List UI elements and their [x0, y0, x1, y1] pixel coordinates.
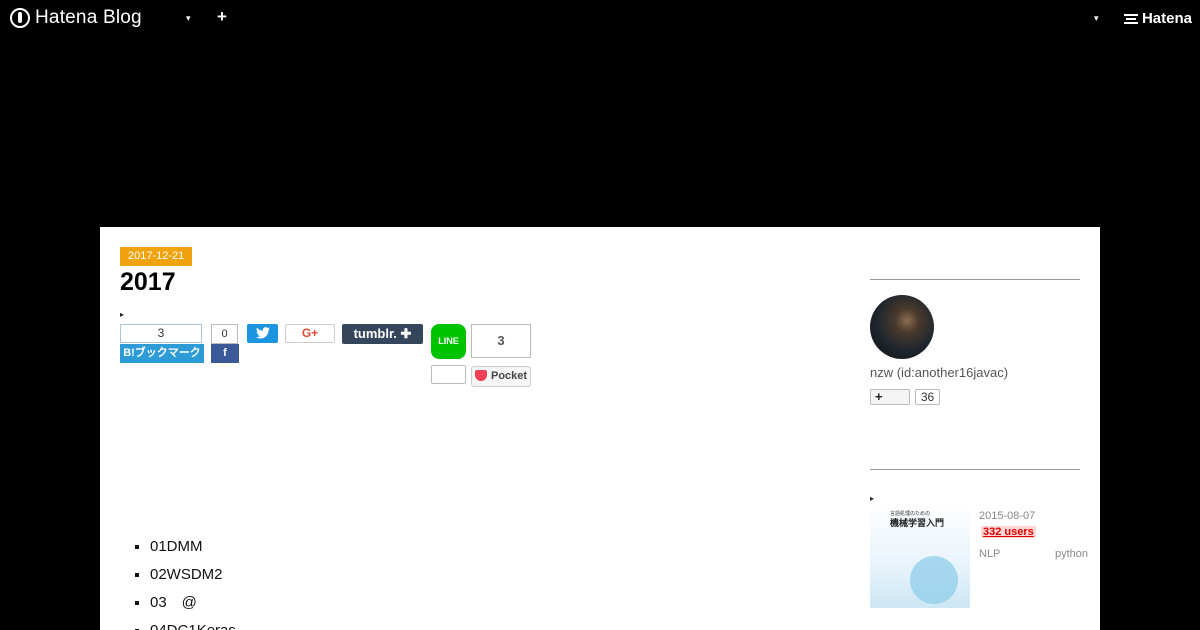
tag-link[interactable]: python	[1055, 548, 1088, 560]
hatena-link[interactable]: Hatena	[1123, 10, 1192, 27]
category-triangle-icon: ▸	[120, 310, 125, 319]
book-cover-graphic	[910, 556, 958, 604]
entry-title[interactable]: 2017	[120, 268, 176, 297]
toc-item[interactable]: 04DC1Keras	[150, 619, 236, 630]
line-count	[431, 365, 466, 384]
toc-item[interactable]: 01DMM	[150, 535, 236, 563]
follower-count: 36	[915, 389, 940, 405]
bookmark-users-link[interactable]: 332 users	[981, 526, 1036, 538]
hatena-logo-icon	[10, 8, 30, 28]
line-share-button[interactable]: LINE	[431, 324, 466, 359]
table-of-contents: 01DMM 02WSDM2 03 @ 04DC1Keras	[130, 535, 236, 630]
googleplus-share-button[interactable]: G+	[285, 324, 335, 343]
tag-link[interactable]: NLP	[979, 548, 1000, 560]
new-post-plus-icon[interactable]: +	[217, 7, 227, 27]
global-header: Hatena Blog ▾ + ▾ Hatena	[0, 0, 1200, 36]
facebook-count: 0	[211, 324, 238, 344]
toc-item[interactable]: 02WSDM2	[150, 563, 236, 591]
brand-name: Hatena Blog	[35, 7, 142, 28]
sidebar-divider	[870, 469, 1080, 470]
pocket-label: Pocket	[491, 370, 528, 382]
pocket-count: 3	[471, 324, 531, 358]
twitter-bird-icon	[255, 326, 270, 339]
book-cover-title: 機械学習入門	[890, 518, 945, 528]
pocket-save-button[interactable]: Pocket	[471, 366, 531, 387]
entry-date[interactable]: 2017-12-21	[120, 247, 193, 266]
hatena-bookmark-button[interactable]: B!ブックマーク	[120, 344, 204, 363]
book-entry-date: 2015-08-07	[979, 510, 1036, 522]
hatena-link-label: Hatena	[1141, 10, 1192, 27]
tumblr-share-button[interactable]: tumblr. ✚	[342, 324, 423, 344]
section-triangle-icon: ▸	[870, 494, 875, 503]
hatena-blog-logo[interactable]: Hatena Blog	[10, 7, 142, 29]
account-chevron-down-icon[interactable]: ▾	[1094, 13, 1099, 24]
twitter-share-button[interactable]	[247, 324, 278, 343]
sidebar-divider	[870, 279, 1080, 280]
entry-card: 2017-12-21 2017 ▸ 3 B!ブックマーク 0 f G+ tumb…	[100, 227, 1100, 630]
profile-name[interactable]: nzw (id:another16javac)	[870, 365, 1008, 380]
hatena-bookmark-count[interactable]: 3	[120, 324, 202, 343]
menu-chevron-down-icon[interactable]: ▾	[186, 13, 191, 24]
facebook-share-button[interactable]: f	[211, 344, 239, 363]
hatena-mark-icon	[1123, 13, 1138, 24]
follow-button[interactable]: +	[870, 389, 910, 405]
profile-avatar[interactable]	[870, 295, 934, 359]
book-cover-image[interactable]: 言語処理のための 機械学習入門	[870, 508, 970, 608]
pocket-icon	[475, 369, 487, 381]
toc-item[interactable]: 03 @	[150, 591, 236, 619]
